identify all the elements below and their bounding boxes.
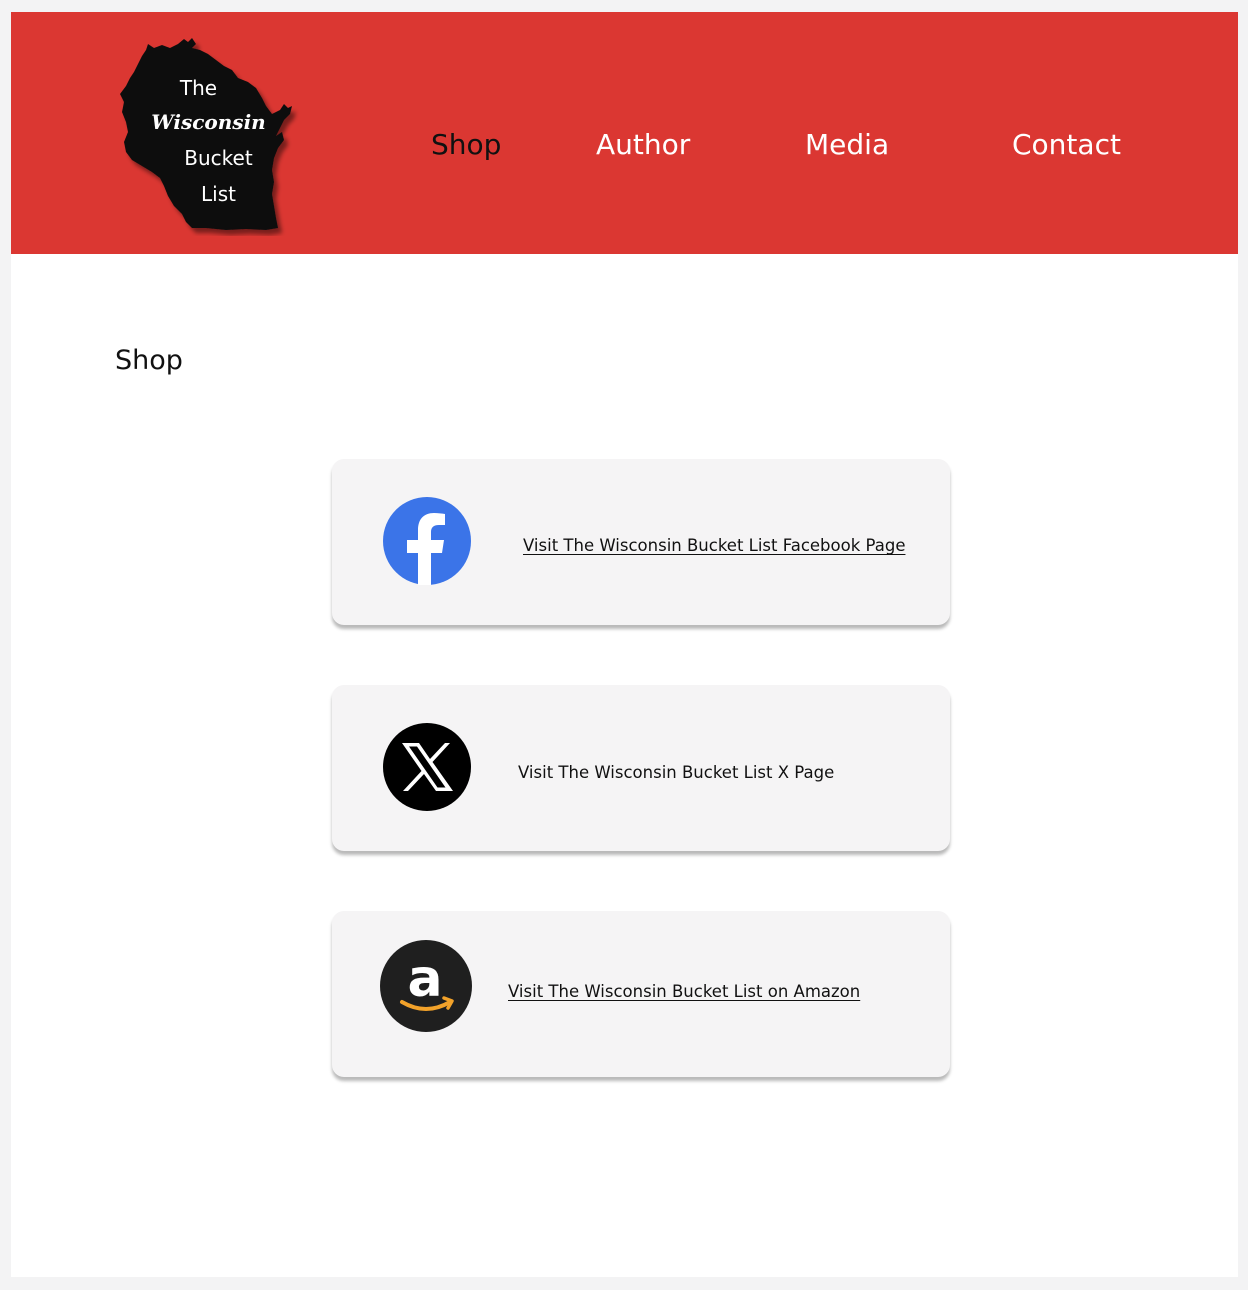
logo-line-4: List (201, 182, 236, 206)
logo-line-1: The (179, 76, 218, 100)
amazon-card: a Visit The Wisconsin Bucket List on Ama… (332, 911, 950, 1077)
site-header: The Wisconsin Bucket List Shop Author Me… (11, 12, 1238, 254)
page: The Wisconsin Bucket List Shop Author Me… (11, 12, 1238, 1277)
nav-shop[interactable]: Shop (431, 128, 501, 161)
page-title: Shop (115, 345, 183, 376)
nav-contact[interactable]: Contact (1012, 128, 1121, 161)
facebook-icon[interactable] (383, 497, 471, 585)
facebook-link[interactable]: Visit The Wisconsin Bucket List Facebook… (523, 536, 905, 555)
x-card: Visit The Wisconsin Bucket List X Page (332, 685, 950, 851)
amazon-link[interactable]: Visit The Wisconsin Bucket List on Amazo… (508, 982, 860, 1001)
svg-text:a: a (407, 949, 442, 1009)
nav-author[interactable]: Author (596, 128, 690, 161)
nav-media[interactable]: Media (805, 128, 889, 161)
x-icon[interactable] (383, 723, 471, 811)
facebook-card: Visit The Wisconsin Bucket List Facebook… (332, 459, 950, 625)
x-link[interactable]: Visit The Wisconsin Bucket List X Page (518, 763, 834, 782)
logo-line-3: Bucket (184, 146, 253, 170)
logo-text: The Wisconsin Bucket List (116, 36, 301, 236)
amazon-icon[interactable]: a (380, 940, 472, 1032)
logo-line-2: Wisconsin (151, 110, 266, 134)
